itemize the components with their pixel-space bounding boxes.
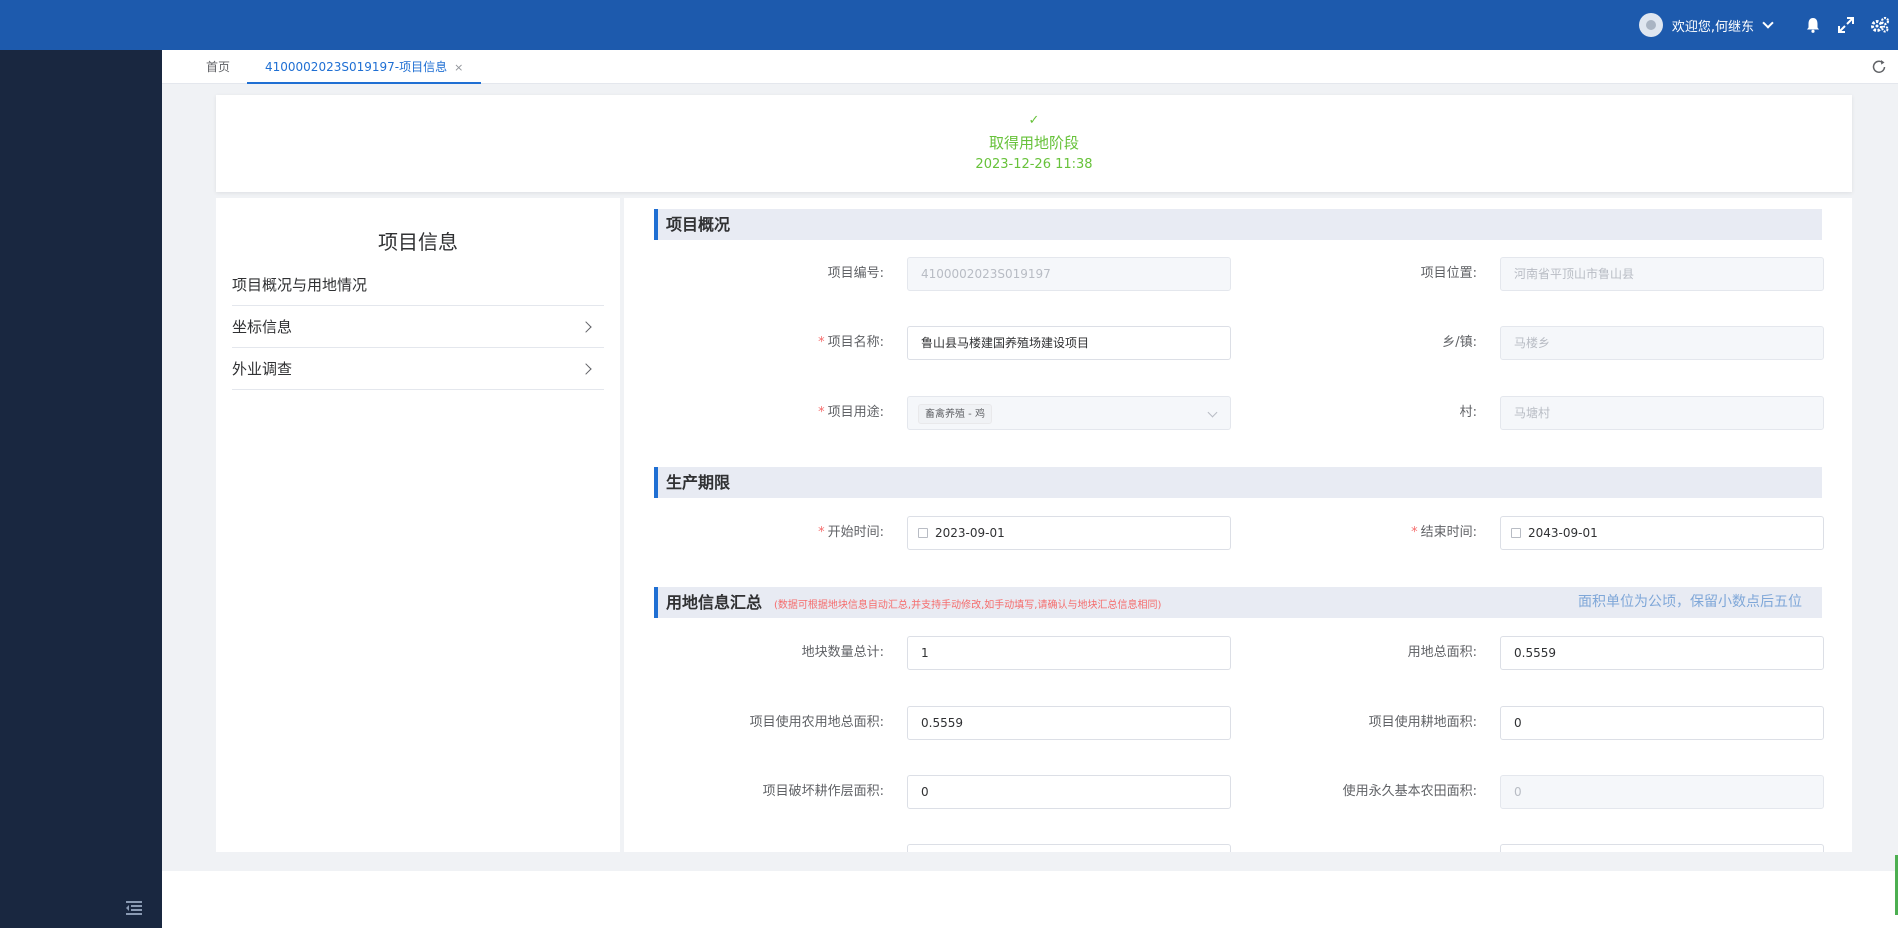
usage-label: * 项目用途: [818, 405, 884, 420]
damaged-input[interactable]: 0 [907, 775, 1231, 809]
refresh-icon[interactable] [1870, 58, 1888, 76]
section-note: (数据可根据地块信息自动汇总,并支持手动修改,如手动填写,请确认与地块汇总信息相… [774, 600, 1162, 611]
collapse-menu-icon[interactable] [124, 900, 144, 916]
bell-icon[interactable] [1804, 16, 1822, 34]
menu-item-coordinates[interactable]: 坐标信息 [232, 306, 604, 348]
form-panel: 项目概况 项目编号: 4100002023S019197 项目位置: 河南省平顶… [624, 198, 1852, 852]
next-row-input[interactable] [907, 844, 1231, 852]
cultivated-input[interactable]: 0 [1500, 706, 1824, 740]
menu-item-overview[interactable]: 项目概况与用地情况 [232, 264, 604, 306]
section-land-header: 用地信息汇总 (数据可根据地块信息自动汇总,并支持手动修改,如手动填写,请确认与地… [654, 587, 1822, 618]
town-field: 马楼乡 [1500, 326, 1824, 360]
usage-tag: 畜禽养殖 - 鸡 [918, 404, 992, 424]
usage-select[interactable]: 畜禽养殖 - 鸡 [907, 396, 1231, 430]
next-row-input[interactable] [1500, 844, 1824, 852]
project-name-input[interactable]: 鲁山县马楼建国养殖场建设项目 [907, 326, 1231, 360]
end-label: * 结束时间: [1411, 525, 1477, 540]
label-text: 项目名称: [827, 335, 884, 350]
panel-title: 项目信息 [378, 230, 458, 254]
plot-count-input[interactable]: 1 [907, 636, 1231, 670]
section-menu: 项目概况与用地情况 坐标信息 外业调查 [232, 264, 604, 390]
date-value: 2043-09-01 [1528, 526, 1598, 540]
chevron-down-icon [1207, 407, 1218, 418]
calendar-icon [1511, 528, 1521, 538]
project-name-label: * 项目名称: [818, 335, 884, 350]
welcome-text[interactable]: 欢迎您,何继东 [1672, 16, 1754, 35]
location-label: 项目位置: [1420, 266, 1477, 281]
total-area-input[interactable]: 0.5559 [1500, 636, 1824, 670]
permanent-field: 0 [1500, 775, 1824, 809]
village-field: 马塘村 [1500, 396, 1824, 430]
tab-label: 4100002023S019197-项目信息 [265, 60, 448, 74]
close-icon[interactable]: × [454, 61, 463, 74]
chevron-right-icon [580, 321, 592, 333]
cultivated-label: 项目使用耕地面积: [1368, 715, 1477, 730]
stage-time: 2023-12-26 11:38 [975, 157, 1093, 172]
section-title: 项目概况 [666, 215, 731, 234]
chevron-down-icon[interactable] [1762, 17, 1774, 29]
total-area-label: 用地总面积: [1407, 645, 1477, 660]
fullscreen-icon[interactable] [1837, 16, 1855, 34]
farmland-total-input[interactable]: 0.5559 [907, 706, 1231, 740]
side-nav [0, 50, 162, 928]
end-date-input[interactable]: 2043-09-01 [1500, 516, 1824, 550]
section-period-header: 生产期限 [654, 467, 1822, 498]
menu-label: 项目概况与用地情况 [232, 276, 368, 294]
calendar-icon [918, 528, 928, 538]
plot-count-label: 地块数量总计: [801, 645, 884, 660]
menu-label: 外业调查 [232, 360, 293, 378]
unit-hint: 面积单位为公顷，保留小数点后五位 [1578, 594, 1802, 610]
avatar[interactable] [1638, 13, 1663, 37]
top-bar: 欢迎您,何继东 [0, 0, 1898, 50]
section-overview-header: 项目概况 [654, 209, 1822, 240]
start-date-input[interactable]: 2023-09-01 [907, 516, 1231, 550]
date-value: 2023-09-01 [935, 526, 1005, 540]
menu-item-field-survey[interactable]: 外业调查 [232, 348, 604, 390]
chevron-right-icon [580, 363, 592, 375]
start-label: * 开始时间: [818, 525, 884, 540]
left-panel: 项目信息 项目概况与用地情况 坐标信息 外业调查 [216, 198, 620, 852]
tab-home[interactable]: 首页 [206, 50, 230, 84]
check-icon: ✓ [1028, 113, 1040, 128]
project-no-field: 4100002023S019197 [907, 257, 1231, 291]
village-label: 村: [1459, 405, 1477, 420]
town-label: 乡/镇: [1442, 335, 1477, 350]
menu-label: 坐标信息 [232, 318, 293, 336]
user-area: 欢迎您,何继东 [1638, 0, 1898, 50]
tab-bar: 首页 4100002023S019197-项目信息 × [162, 50, 1898, 84]
damaged-label: 项目破坏耕作层面积: [762, 784, 884, 799]
settings-icon[interactable] [1870, 16, 1890, 34]
location-field: 河南省平顶山市鲁山县 [1500, 257, 1824, 291]
section-title: 生产期限 [666, 473, 731, 492]
stage-name: 取得用地阶段 [988, 134, 1079, 152]
label-text: 结束时间: [1420, 525, 1477, 540]
stage-card: ✓ 取得用地阶段 2023-12-26 11:38 [216, 95, 1852, 192]
section-title: 用地信息汇总 [666, 593, 763, 612]
project-no-label: 项目编号: [827, 266, 884, 281]
tab-project-info[interactable]: 4100002023S019197-项目信息 × [247, 50, 482, 84]
label-text: 开始时间: [827, 525, 884, 540]
farmland-total-label: 项目使用农用地总面积: [749, 715, 884, 730]
label-text: 项目用途: [827, 405, 884, 420]
permanent-label: 使用永久基本农田面积: [1342, 784, 1477, 799]
footer-area [162, 871, 1898, 928]
